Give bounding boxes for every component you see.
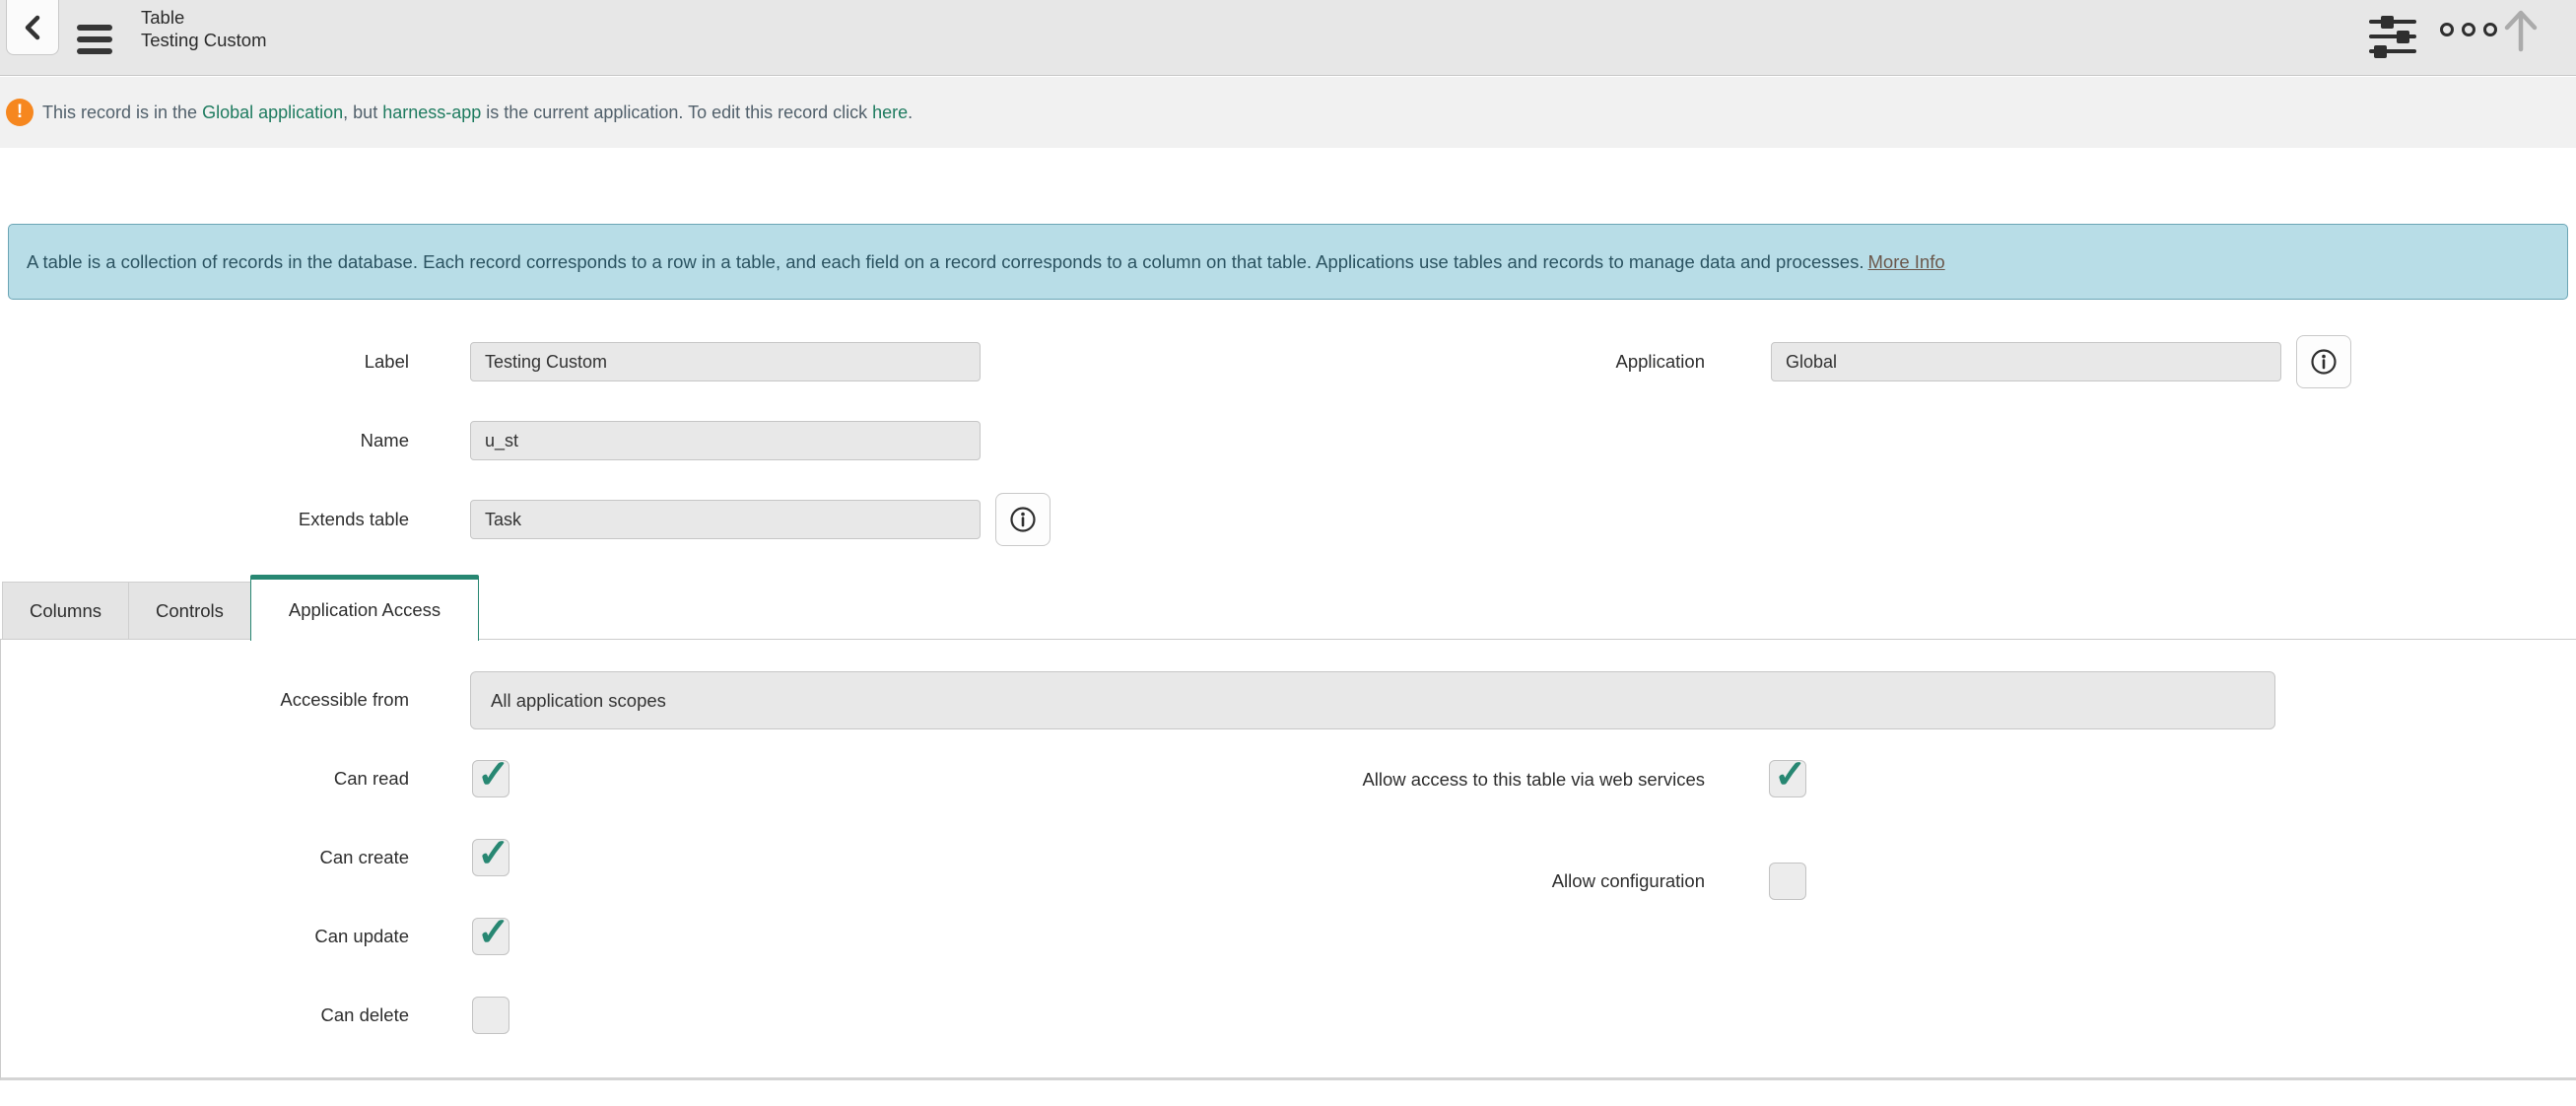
can-create-label: Can create bbox=[0, 845, 409, 870]
info-circle-icon bbox=[1009, 506, 1037, 533]
allow-configuration-checkbox[interactable] bbox=[1769, 863, 1806, 900]
application-field-label: Application bbox=[1271, 349, 1705, 375]
can-delete-checkbox[interactable] bbox=[472, 997, 509, 1034]
can-update-checkbox[interactable] bbox=[472, 918, 509, 955]
label-field-label: Label bbox=[0, 349, 409, 375]
harness-app-link[interactable]: harness-app bbox=[382, 103, 481, 122]
tab-controls[interactable]: Controls bbox=[128, 582, 251, 639]
chevron-left-icon bbox=[22, 15, 43, 40]
application-info-button[interactable] bbox=[2296, 335, 2351, 388]
warning-text: . bbox=[908, 103, 913, 122]
table-info-banner: A table is a collection of records in th… bbox=[8, 224, 2568, 300]
allow-web-services-checkbox[interactable] bbox=[1769, 760, 1806, 797]
context-menu-icon[interactable] bbox=[77, 25, 112, 54]
form-header: Table Testing Custom bbox=[0, 0, 2576, 76]
warning-icon: ! bbox=[6, 99, 34, 126]
name-field-input[interactable] bbox=[470, 421, 981, 460]
application-field-input[interactable] bbox=[1771, 342, 2281, 381]
scroll-up-icon[interactable] bbox=[2500, 8, 2542, 53]
more-options-icon[interactable] bbox=[2440, 23, 2497, 36]
warning-text: is the current application. To edit this… bbox=[481, 103, 872, 122]
accessible-from-select[interactable]: All application scopes bbox=[470, 671, 2275, 729]
name-field-label: Name bbox=[0, 428, 409, 453]
page-title: Table Testing Custom bbox=[141, 6, 267, 51]
tab-application-access[interactable]: Application Access bbox=[250, 575, 479, 641]
personalize-form-icon[interactable] bbox=[2369, 13, 2416, 60]
warning-text: , but bbox=[343, 103, 382, 122]
can-read-checkbox[interactable] bbox=[472, 760, 509, 797]
extends-table-field-label: Extends table bbox=[0, 507, 409, 532]
banner-text: A table is a collection of records in th… bbox=[27, 251, 1864, 273]
warning-text: This record is in the bbox=[42, 103, 202, 122]
form-tabs: Columns Controls Application Access bbox=[0, 575, 2576, 640]
warning-message: This record is in the Global application… bbox=[42, 103, 913, 123]
allow-web-services-label: Allow access to this table via web servi… bbox=[1271, 764, 1705, 795]
record-type-label: Table bbox=[141, 6, 267, 29]
label-field-input[interactable] bbox=[470, 342, 981, 381]
more-info-link[interactable]: More Info bbox=[1868, 251, 1945, 273]
accessible-from-label: Accessible from bbox=[0, 687, 409, 713]
cross-scope-warning-bar: ! This record is in the Global applicati… bbox=[0, 77, 2576, 148]
global-application-link[interactable]: Global application bbox=[202, 103, 343, 122]
record-name-label: Testing Custom bbox=[141, 29, 267, 51]
back-button[interactable] bbox=[6, 0, 59, 55]
can-update-label: Can update bbox=[0, 924, 409, 949]
edit-here-link[interactable]: here bbox=[872, 103, 908, 122]
tab-columns[interactable]: Columns bbox=[2, 582, 129, 639]
can-read-label: Can read bbox=[0, 766, 409, 792]
info-circle-icon bbox=[2310, 348, 2338, 376]
can-delete-label: Can delete bbox=[0, 1002, 409, 1028]
extends-table-input[interactable] bbox=[470, 500, 981, 539]
extends-table-info-button[interactable] bbox=[995, 493, 1051, 546]
can-create-checkbox[interactable] bbox=[472, 839, 509, 876]
allow-configuration-label: Allow configuration bbox=[1271, 868, 1705, 894]
accessible-from-value: All application scopes bbox=[491, 690, 666, 712]
